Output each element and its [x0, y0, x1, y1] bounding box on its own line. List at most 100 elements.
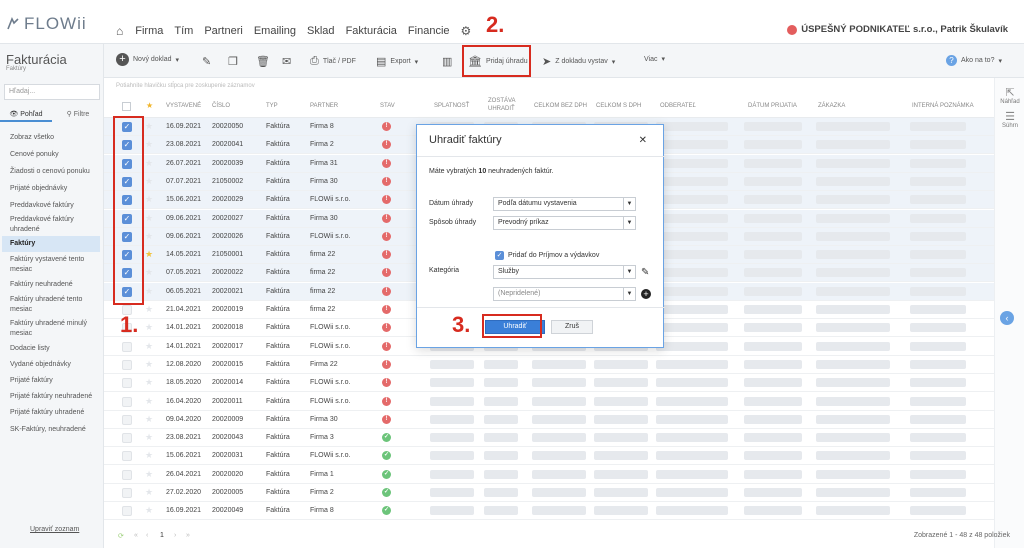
tab-filter[interactable]: ⚲ Filtre — [52, 108, 104, 122]
page-number[interactable]: 1 — [160, 532, 164, 539]
first-page-icon[interactable]: « — [134, 532, 138, 539]
star-icon[interactable]: ★ — [145, 213, 153, 224]
sidebar-item-unpaid[interactable]: Faktúry neuhradené — [0, 280, 104, 290]
star-icon[interactable]: ★ — [145, 286, 153, 297]
nav-item-partneri[interactable]: Partneri — [204, 25, 243, 37]
edit-button[interactable]: ✎ — [202, 55, 211, 68]
star-icon[interactable]: ★ — [145, 139, 153, 150]
table-row[interactable]: ★ 18.05.2020 20020014 Faktúra FLOWii s.r.o.! — [104, 374, 994, 393]
row-checkbox[interactable] — [122, 469, 132, 480]
sidebar-item-received-paid[interactable]: Prijaté faktúry uhradené — [0, 408, 104, 418]
star-icon[interactable]: ★ — [145, 304, 153, 315]
chart-button[interactable]: ▥ — [442, 55, 452, 68]
star-icon[interactable]: ★ — [145, 249, 153, 260]
home-icon[interactable]: ⌂ — [116, 24, 123, 38]
sidebar-item-invoices[interactable]: Faktúry — [2, 236, 100, 252]
sidebar-item-paid-last-month[interactable]: Faktúry uhradené minulý mesiac — [0, 319, 104, 339]
header-total-vat[interactable]: Celkom s DPH — [596, 103, 641, 109]
app-logo[interactable]: FLOWii — [6, 14, 87, 34]
star-header-icon[interactable]: ★ — [146, 101, 153, 110]
header-customer[interactable]: Odberateľ — [660, 103, 696, 109]
star-icon[interactable]: ★ — [145, 176, 153, 187]
row-checkbox[interactable] — [122, 396, 132, 407]
more-button[interactable]: Viac ▾ — [644, 55, 665, 64]
summary-button[interactable]: ☰ Súhrn — [995, 110, 1024, 129]
star-icon[interactable]: ★ — [145, 377, 153, 388]
next-page-icon[interactable]: › — [174, 532, 176, 539]
star-icon[interactable]: ★ — [145, 341, 153, 352]
table-row[interactable]: ★ 12.08.2020 20020015 Faktúra Firma 22! — [104, 356, 994, 374]
nav-item-fakturacia[interactable]: Fakturácia — [346, 25, 397, 37]
prev-page-icon[interactable]: ‹ — [146, 532, 148, 539]
collapse-panel-icon[interactable]: ‹ — [1000, 311, 1014, 325]
row-checkbox[interactable] — [122, 359, 132, 370]
sidebar-item-delivery-notes[interactable]: Dodacie listy — [0, 344, 104, 354]
star-icon[interactable]: ★ — [145, 359, 153, 370]
sidebar-item-sk-unpaid[interactable]: SK-Faktúry, neuhradené — [0, 425, 104, 435]
star-icon[interactable]: ★ — [145, 158, 153, 169]
row-checkbox[interactable] — [122, 414, 132, 425]
subcategory-select[interactable]: (Nepridelené) ▼ — [493, 287, 636, 301]
pencil-icon[interactable]: ✎ — [641, 267, 649, 278]
row-checkbox[interactable] — [122, 341, 132, 352]
table-row[interactable]: ★ 23.08.2021 20020043 Faktúra Firma 3 ✓ — [104, 429, 994, 448]
email-button[interactable]: ✉ — [282, 55, 291, 68]
sidebar-item-received-invoices[interactable]: Prijaté faktúry — [0, 376, 104, 386]
sidebar-item-all[interactable]: Zobraz všetko — [0, 133, 104, 143]
sidebar-item-received-orders[interactable]: Prijaté objednávky — [0, 184, 104, 194]
header-total-no-vat[interactable]: Celkom bez DPH — [534, 103, 587, 109]
header-partner[interactable]: Partner — [310, 103, 338, 109]
create-from-document-button[interactable]: ➤ Z dokladu vystav ▾ — [542, 55, 615, 68]
sidebar-item-paid-this-month[interactable]: Faktúry uhradené tento mesiac — [0, 295, 104, 315]
refresh-icon[interactable]: ⟳ — [118, 532, 124, 540]
star-icon[interactable]: ★ — [145, 231, 153, 242]
row-checkbox[interactable] — [122, 506, 132, 517]
sidebar-item-advance-invoices[interactable]: Preddavkové faktúry — [0, 201, 104, 211]
table-row[interactable]: ★ 16.04.2020 20020011 Faktúra FLOWii s.r.o.! — [104, 393, 994, 411]
star-icon[interactable]: ★ — [145, 505, 153, 516]
star-icon[interactable]: ★ — [145, 432, 153, 443]
delete-button[interactable]: 🗑 — [256, 55, 270, 68]
close-icon[interactable]: ✕ — [639, 135, 647, 146]
header-issued[interactable]: Vystavené — [166, 103, 201, 109]
help-button[interactable]: ? Ako na to? ▾ — [946, 55, 1002, 66]
star-icon[interactable]: ★ — [145, 396, 153, 407]
star-icon[interactable]: ★ — [145, 194, 153, 205]
star-icon[interactable]: ★ — [145, 267, 153, 278]
header-internal-note[interactable]: Interná poznámka — [912, 103, 974, 109]
star-icon[interactable]: ★ — [145, 487, 153, 498]
row-checkbox[interactable] — [122, 378, 132, 389]
table-row[interactable]: ★ 27.02.2020 20020005 Faktúra Firma 2 ✓ — [104, 484, 994, 502]
header-remaining[interactable]: Zostáva uhradiť — [488, 97, 518, 113]
star-icon[interactable]: ★ — [145, 121, 153, 132]
nav-item-sklad[interactable]: Sklad — [307, 25, 335, 37]
header-number[interactable]: Číslo — [212, 103, 230, 109]
select-all-checkbox[interactable] — [122, 102, 131, 111]
nav-item-tim[interactable]: Tím — [174, 25, 193, 37]
table-row[interactable]: ★ 26.04.2021 20020020 Faktúra Firma 1 ✓ — [104, 466, 994, 484]
category-select[interactable]: Služby ▼ — [493, 265, 636, 279]
nav-item-financie[interactable]: Financie — [408, 25, 450, 37]
table-row[interactable]: ★ 15.06.2021 20020031 Faktúra FLOWii s.r.o. ✓ — [104, 447, 994, 466]
new-document-button[interactable]: + Nový doklad ▾ — [116, 53, 179, 66]
nav-item-firma[interactable]: Firma — [135, 25, 163, 37]
print-button[interactable]: ⎙ Tlač / PDF — [310, 55, 356, 68]
header-type[interactable]: Typ — [266, 103, 278, 109]
sidebar-search-input[interactable]: Hľadaj... — [4, 84, 100, 100]
table-row[interactable]: ★ 16.09.2021 20020049 Faktúra Firma 8 ✓ — [104, 502, 994, 521]
copy-button[interactable]: ❐ — [228, 55, 238, 68]
header-due[interactable]: Splatnosť — [434, 103, 469, 109]
add-to-income-checkbox[interactable]: ✓ Pridať do Príjmov a výdavkov — [495, 251, 599, 260]
cancel-button[interactable]: Zruš — [551, 320, 593, 334]
sidebar-item-issued-orders[interactable]: Vydané objednávky — [0, 360, 104, 370]
row-checkbox[interactable] — [122, 488, 132, 498]
row-checkbox[interactable] — [122, 433, 132, 444]
payment-method-select[interactable]: Prevodný príkaz ▼ — [493, 216, 636, 230]
manage-list-link[interactable]: Upraviť zoznam — [30, 526, 79, 533]
nav-item-emailing[interactable]: Emailing — [254, 25, 296, 37]
payment-date-select[interactable]: Podľa dátumu vystavenia ▼ — [493, 197, 636, 211]
tab-view[interactable]: 👁 Pohľad — [0, 108, 52, 122]
add-circle-icon[interactable]: + — [641, 289, 651, 299]
header-order[interactable]: Zákazka — [818, 103, 845, 109]
star-icon[interactable]: ★ — [145, 469, 153, 480]
